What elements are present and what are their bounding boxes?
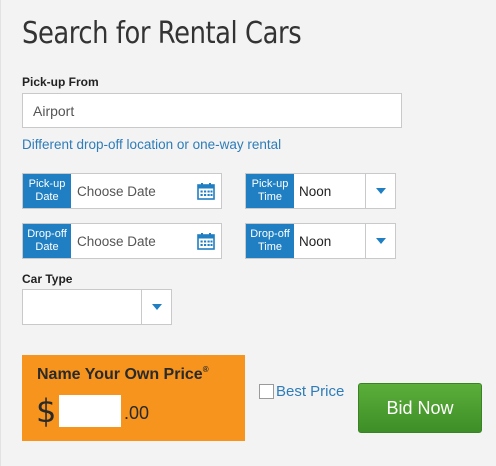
different-dropoff-link[interactable]: Different drop-off location or one-way r…: [22, 137, 281, 152]
pickup-from-label: Pick-up From: [22, 75, 99, 89]
best-price-label[interactable]: Best Price: [276, 383, 344, 400]
page-title: Search for Rental Cars: [22, 16, 302, 51]
chevron-down-icon: [375, 188, 386, 194]
registered-mark: ®: [202, 365, 209, 374]
bid-now-button[interactable]: Bid Now: [358, 383, 482, 433]
dropoff-time-select[interactable]: Drop-off Time Noon: [245, 223, 396, 259]
pickup-from-value: Airport: [33, 102, 75, 119]
price-title: Name Your Own Price®: [37, 365, 209, 384]
pickup-date-tag: Pick-up Date: [23, 174, 71, 208]
dropoff-date-placeholder: Choose Date: [77, 233, 156, 249]
pickup-date-placeholder: Choose Date: [77, 183, 156, 199]
name-your-own-price-box: Name Your Own Price® $ .00: [22, 355, 245, 441]
pickup-time-select[interactable]: Pick-up Time Noon: [245, 173, 396, 209]
car-type-value: [23, 290, 141, 324]
price-cents: .00: [124, 403, 150, 423]
dropoff-time-value: Noon: [299, 233, 332, 249]
dropoff-date-tag: Drop-off Date: [23, 224, 71, 258]
currency-symbol: $: [36, 392, 57, 430]
best-price-checkbox[interactable]: [259, 384, 274, 399]
pickup-time-dropdown-button[interactable]: [365, 174, 395, 208]
car-type-label: Car Type: [22, 272, 73, 286]
chevron-down-icon: [375, 238, 386, 244]
dropoff-time-dropdown-button[interactable]: [365, 224, 395, 258]
rental-car-search-panel: Search for Rental Cars Pick-up From Airp…: [0, 0, 496, 466]
calendar-icon[interactable]: [191, 224, 221, 258]
pickup-from-input[interactable]: Airport: [22, 93, 402, 128]
best-price-option[interactable]: Best Price: [259, 383, 344, 400]
pickup-time-value: Noon: [299, 183, 332, 199]
car-type-select[interactable]: [22, 289, 172, 325]
price-title-text: Name Your Own Price: [37, 366, 203, 383]
car-type-dropdown-button[interactable]: [141, 290, 171, 324]
pickup-date-field[interactable]: Pick-up Date Choose Date: [22, 173, 222, 209]
chevron-down-icon: [151, 304, 162, 310]
dropoff-time-tag: Drop-off Time: [246, 224, 294, 258]
pickup-time-tag: Pick-up Time: [246, 174, 294, 208]
price-input[interactable]: [59, 395, 121, 427]
dropoff-date-field[interactable]: Drop-off Date Choose Date: [22, 223, 222, 259]
calendar-icon[interactable]: [191, 174, 221, 208]
